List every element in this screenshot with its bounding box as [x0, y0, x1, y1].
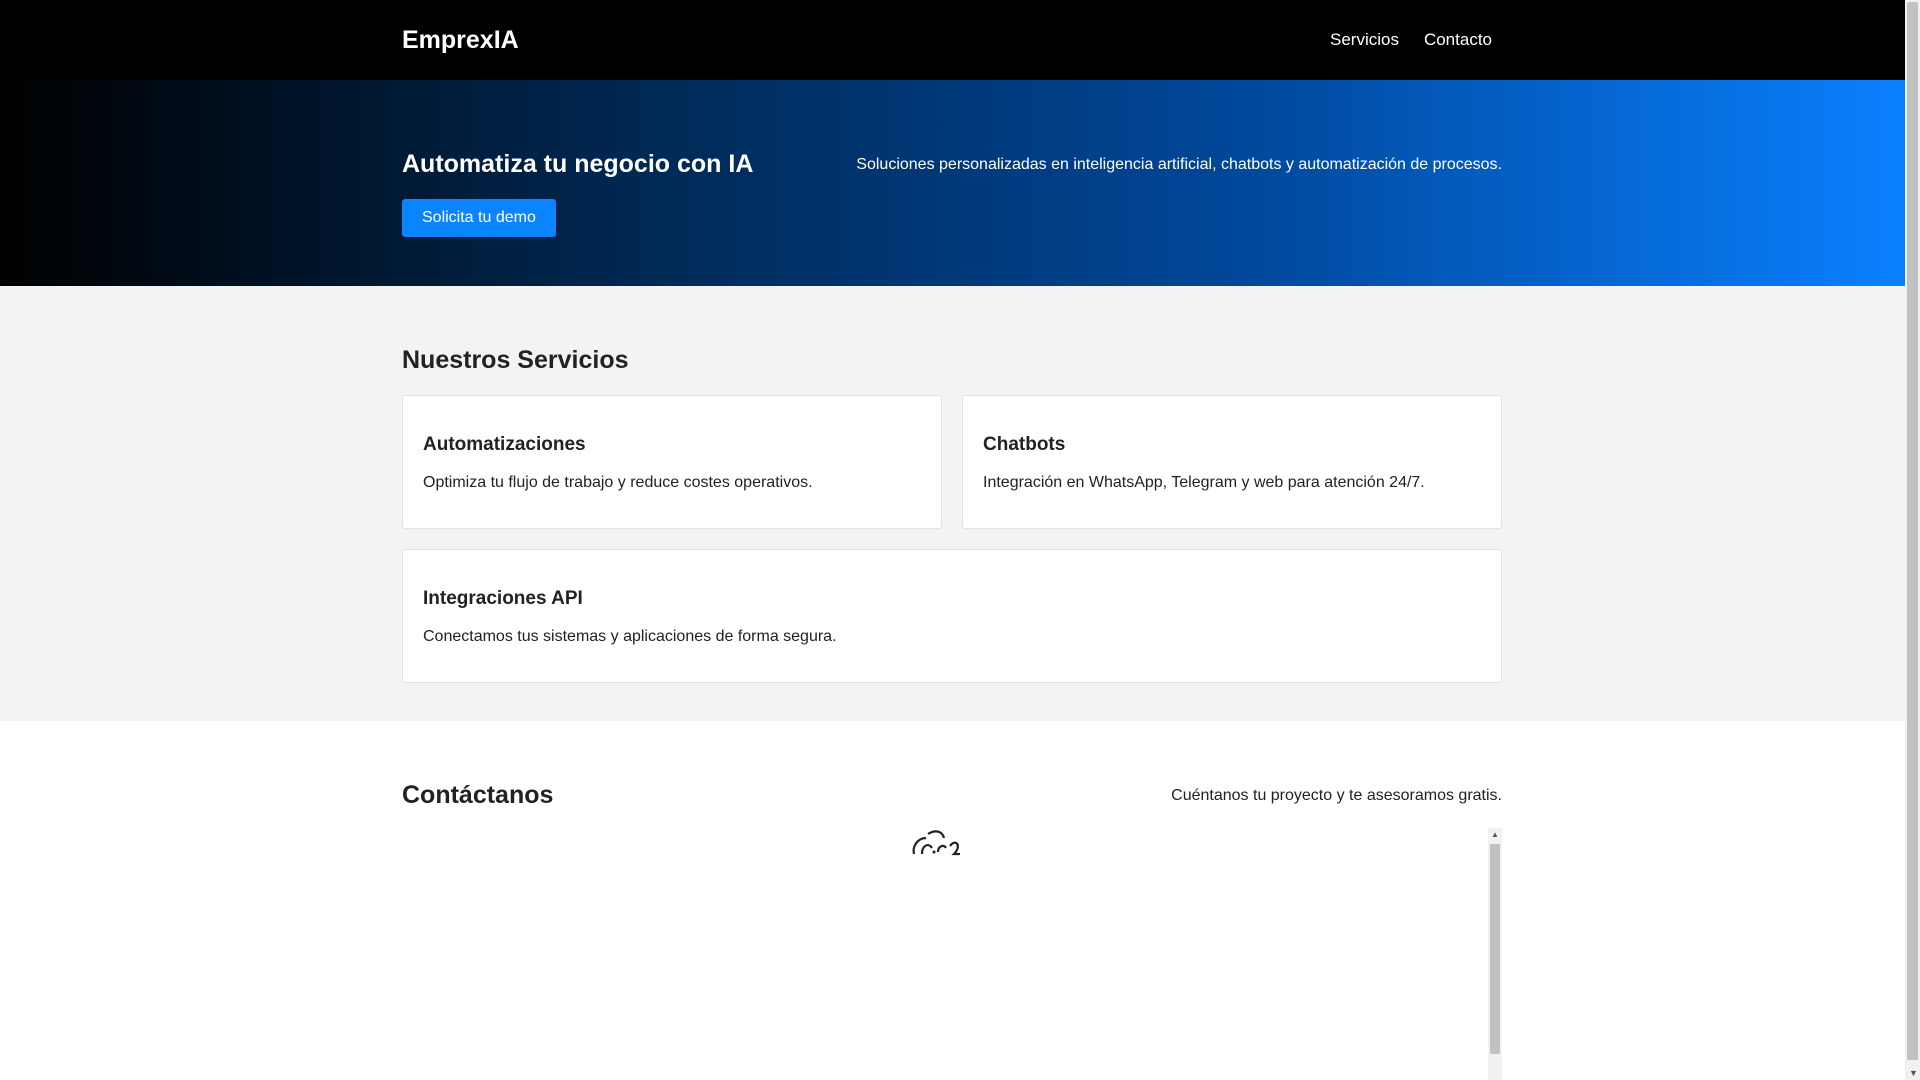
page-scroll-thumb[interactable]	[1907, 2, 1918, 1060]
service-card-title: Integraciones API	[423, 588, 583, 609]
contact-title: Contáctanos	[402, 781, 554, 809]
service-card-integraciones-api: Integraciones API Conectamos tus sistema…	[402, 549, 1502, 683]
page-scrollbar[interactable]: ▼	[1905, 0, 1920, 1080]
hero-title: Automatiza tu negocio con IA	[402, 150, 754, 178]
scroll-down-icon[interactable]: ▼	[1909, 1068, 1918, 1078]
page: EmprexIA Servicios Contacto Automatiza t…	[0, 0, 1905, 1080]
top-header: EmprexIA Servicios Contacto	[0, 0, 1905, 80]
service-card-text: Optimiza tu flujo de trabajo y reduce co…	[423, 474, 813, 491]
hero-left: Automatiza tu negocio con IA Solicita tu…	[402, 150, 753, 237]
contact-subtitle: Cuéntanos tu proyecto y te asesoramos gr…	[1171, 786, 1502, 804]
contact-section: Contáctanos Cuéntanos tu proyecto y te a…	[0, 721, 1905, 1080]
service-card-text: Integración en WhatsApp, Telegram y web …	[983, 474, 1425, 491]
hero-subtitle: Soluciones personalizadas en inteligenci…	[856, 156, 1502, 173]
service-card-automatizaciones: Automatizaciones Optimiza tu flujo de tr…	[402, 395, 942, 529]
loading-icon	[912, 830, 960, 856]
service-card-text: Conectamos tus sistemas y aplicaciones d…	[423, 628, 837, 645]
request-demo-button[interactable]: Solicita tu demo	[402, 199, 556, 237]
services-title: Nuestros Servicios	[402, 346, 629, 374]
nav-link-servicios[interactable]: Servicios	[1330, 30, 1399, 50]
brand-logo[interactable]: EmprexIA	[402, 26, 519, 55]
embed-scroll-thumb[interactable]	[1490, 844, 1500, 1054]
services-grid: Automatizaciones Optimiza tu flujo de tr…	[402, 395, 1502, 683]
hero-section: Automatiza tu negocio con IA Solicita tu…	[0, 80, 1905, 286]
service-card-chatbots: Chatbots Integración en WhatsApp, Telegr…	[962, 395, 1502, 529]
services-section: Nuestros Servicios Automatizaciones Opti…	[0, 286, 1905, 721]
service-card-title: Chatbots	[983, 434, 1066, 455]
contact-form-embed[interactable]: ▲	[402, 828, 1502, 1080]
embed-scrollbar[interactable]: ▲	[1488, 828, 1502, 1080]
scroll-up-icon[interactable]: ▲	[1491, 830, 1499, 839]
contact-header: Contáctanos Cuéntanos tu proyecto y te a…	[402, 781, 1502, 810]
nav-link-contacto[interactable]: Contacto	[1424, 30, 1492, 50]
service-card-title: Automatizaciones	[423, 434, 586, 455]
main-nav: Servicios Contacto	[1330, 30, 1492, 50]
